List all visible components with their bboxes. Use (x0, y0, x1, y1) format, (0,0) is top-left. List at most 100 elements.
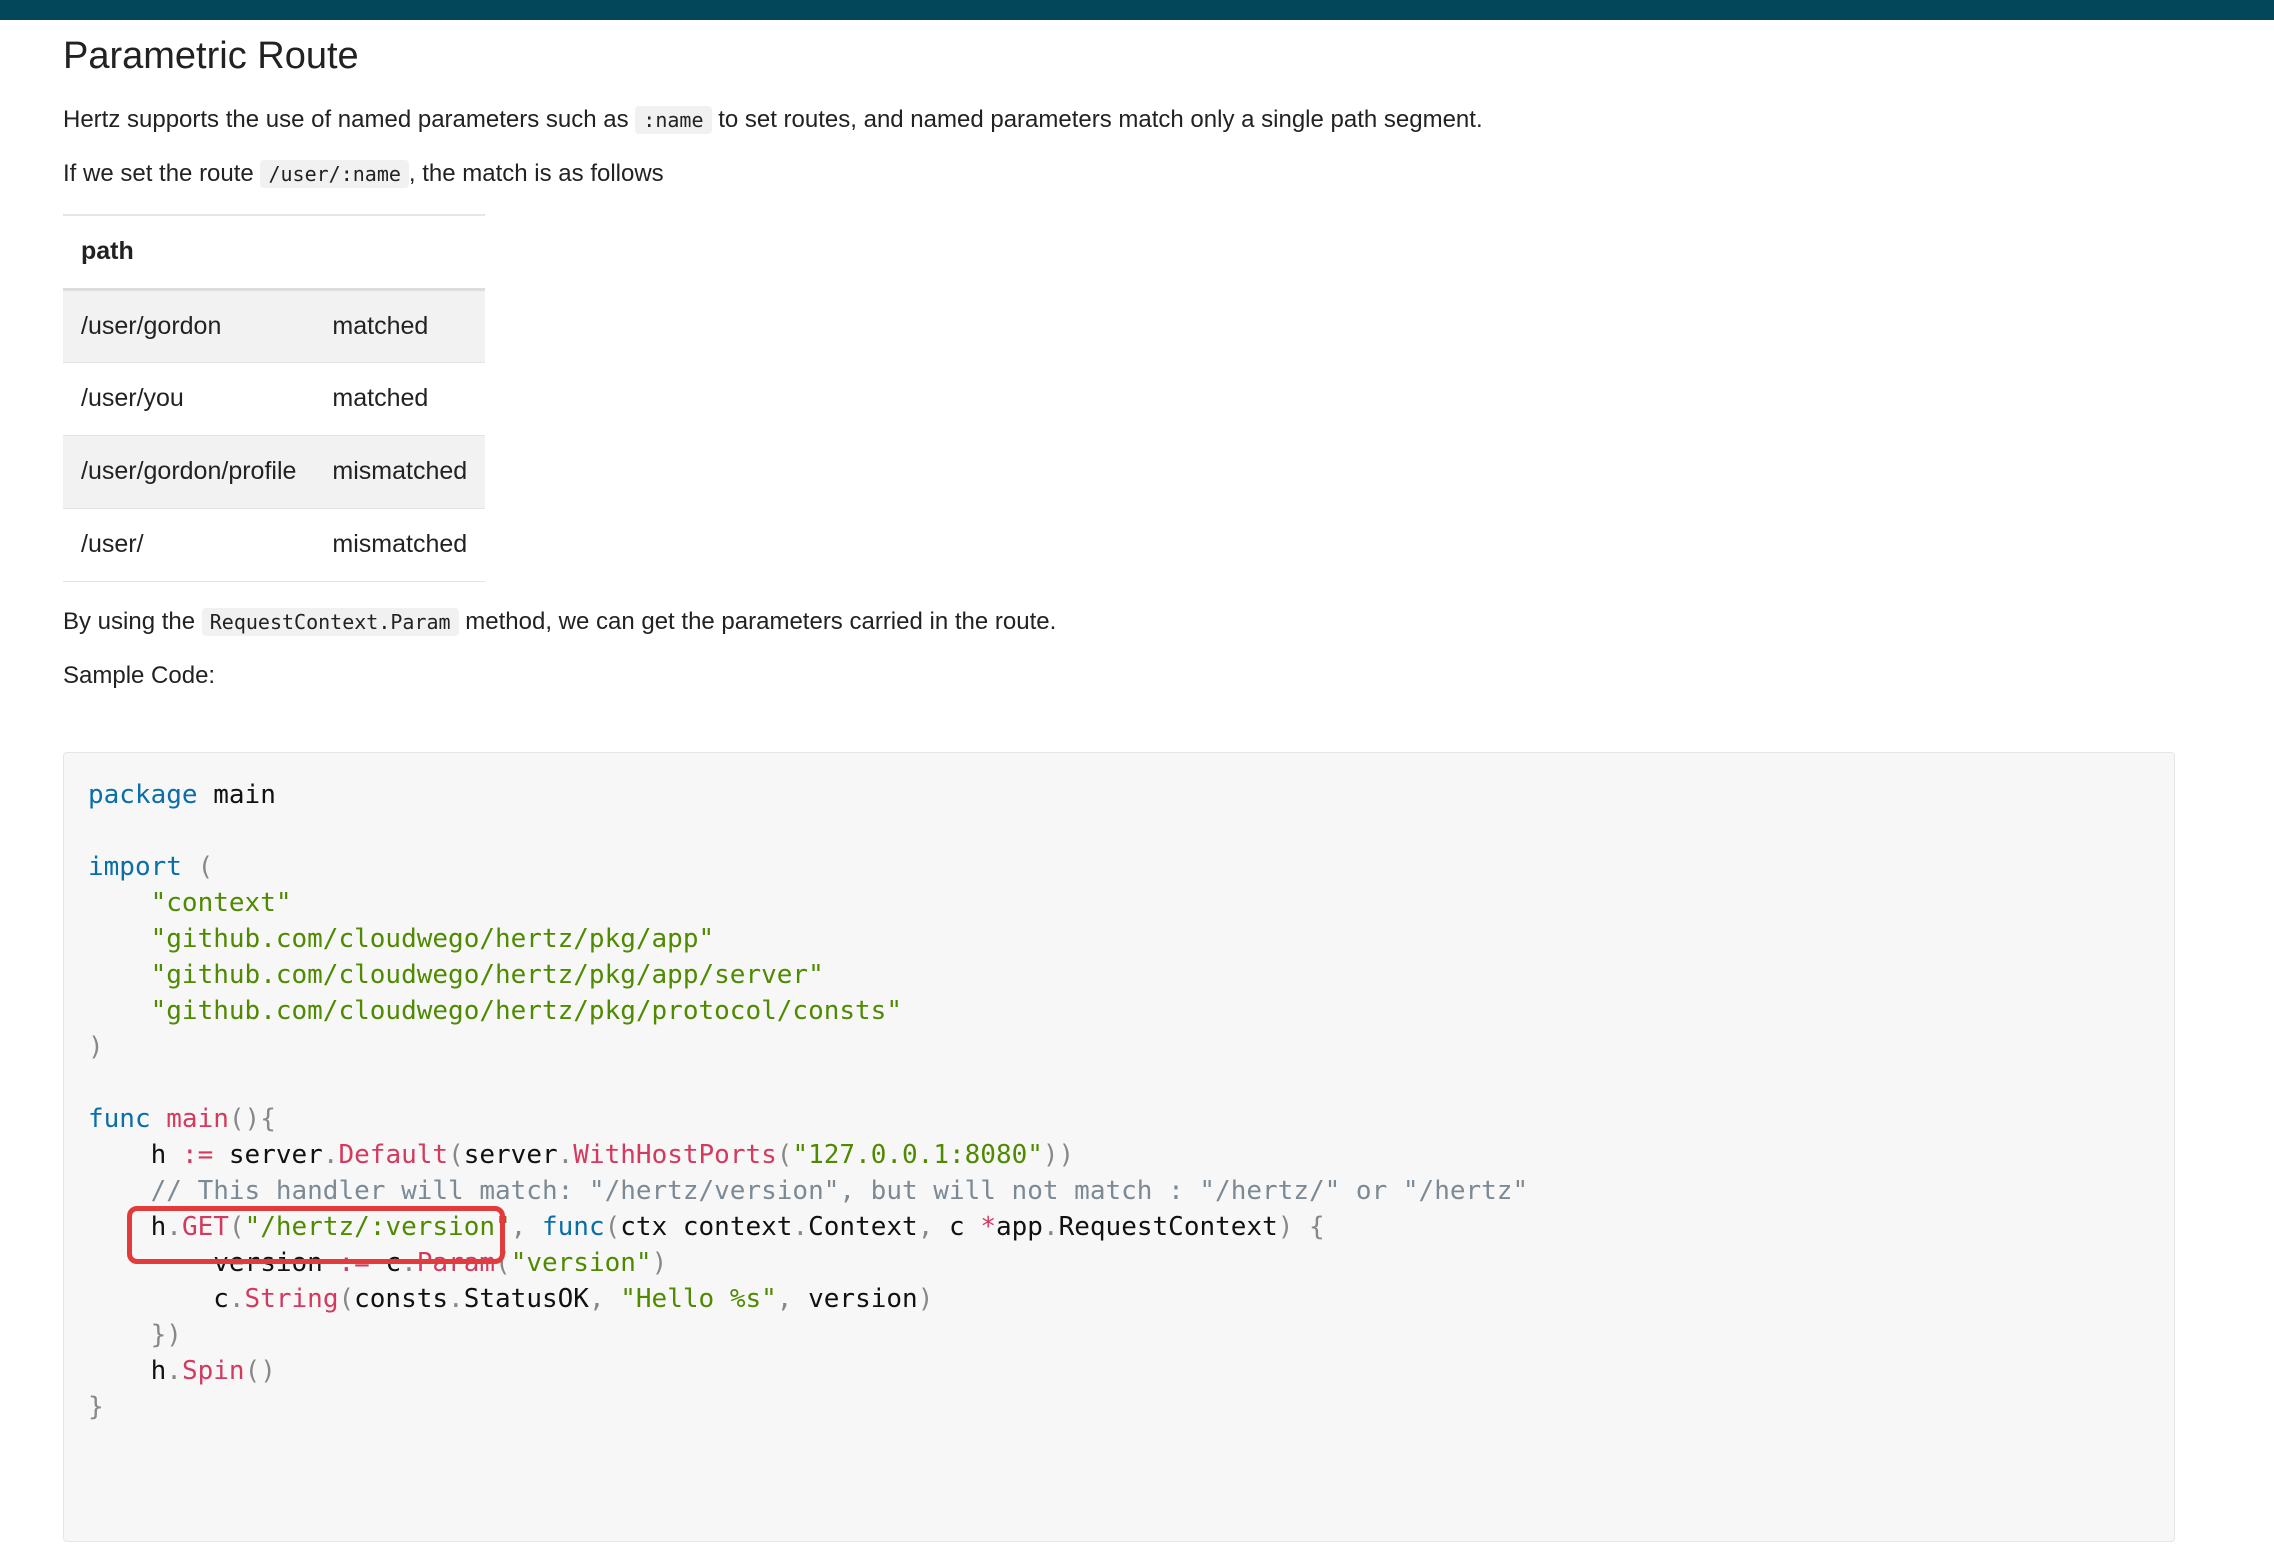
code-ident: h (150, 1356, 167, 1386)
code-keyword: import (88, 852, 182, 882)
table-row: /user/gordon/profile mismatched (63, 435, 486, 509)
code-punct: . (448, 1284, 464, 1314)
table-header-row: path (63, 215, 486, 291)
code-punct: ) (88, 1032, 104, 1062)
code-ident: app (995, 1212, 1043, 1242)
code-punct: () (244, 1356, 276, 1386)
doc-content: Parametric Route Hertz supports the use … (63, 20, 2183, 1542)
code-string: "127.0.0.1:8080" (792, 1140, 1043, 1170)
code-ident: RequestContext (1058, 1212, 1278, 1242)
inline-code-name: :name (635, 106, 712, 134)
row-result: mismatched (314, 435, 486, 509)
code-string: "version" (510, 1248, 652, 1278)
code-operator: := (338, 1248, 370, 1278)
table-header-empty (314, 215, 486, 291)
code-keyword: func (88, 1104, 151, 1134)
intro2-text: If we set the route (63, 160, 254, 187)
code-ident: h (150, 1212, 167, 1242)
code-punct: ( (776, 1140, 793, 1170)
code-line: ) (88, 1029, 2150, 1065)
code-punct: ( (197, 852, 214, 882)
code-function: main (166, 1104, 229, 1134)
code-function: GET (181, 1212, 229, 1242)
after-table-paragraph: By using the RequestContext.Param method… (63, 604, 2183, 640)
code-punct: } (88, 1392, 104, 1422)
intro-text-cont: to set routes, and named parameters matc… (718, 106, 1483, 133)
code-punct: ( (228, 1212, 245, 1242)
table-row: /user/ mismatched (63, 508, 486, 582)
code-function: Default (338, 1140, 449, 1170)
code-function: String (244, 1284, 339, 1314)
code-ident: c (385, 1248, 402, 1278)
code-keyword: package (88, 780, 198, 810)
after-table-text-cont: method, we can get the parameters carrie… (465, 607, 1057, 635)
code-line: "context" (88, 885, 2150, 921)
code-ident: consts (354, 1284, 449, 1314)
code-line: h.Spin() (88, 1353, 2150, 1389)
row-path: /user/you (63, 362, 315, 436)
code-line: c.String(consts.StatusOK, "Hello %s", ve… (88, 1281, 2150, 1317)
code-line: package main (88, 777, 2150, 813)
code-ident: c (949, 1212, 965, 1242)
after-table-text: By using the (63, 607, 196, 635)
code-string: "github.com/cloudwego/hertz/pkg/app" (150, 924, 715, 954)
row-result: matched (314, 289, 486, 363)
table-row: /user/gordon matched (63, 289, 486, 363)
code-punct: . (228, 1284, 245, 1314)
row-result: matched (314, 362, 486, 436)
code-ident: ctx context (620, 1212, 793, 1242)
code-line: h := server.Default(server.WithHostPorts… (88, 1137, 2150, 1173)
row-result: mismatched (314, 508, 486, 582)
code-function: Spin (181, 1356, 245, 1386)
code-punct: ( (448, 1140, 464, 1170)
code-ident: main (213, 780, 276, 810)
code-punct: ) { (1277, 1212, 1325, 1242)
code-string: "github.com/cloudwego/hertz/pkg/protocol… (150, 996, 902, 1026)
code-ident: server (228, 1140, 323, 1170)
code-line: import ( (88, 849, 2150, 885)
code-punct: . (166, 1212, 182, 1242)
table-header-path: path (63, 215, 315, 291)
code-line: "github.com/cloudwego/hertz/pkg/app/serv… (88, 957, 2150, 993)
code-ident: Context (808, 1212, 918, 1242)
code-ident: c (213, 1284, 229, 1314)
code-string: "/hertz/:version" (244, 1212, 511, 1242)
code-function: Param (416, 1248, 496, 1278)
code-operator: * (980, 1212, 996, 1242)
code-line: version := c.Param("version") (88, 1245, 2150, 1281)
code-punct: . (557, 1140, 574, 1170)
code-block[interactable]: package main import ( "context" "github.… (63, 752, 2175, 1542)
code-line: } (88, 1389, 2150, 1425)
inline-code-route: /user/:name (260, 160, 409, 188)
code-punct: , (917, 1212, 934, 1242)
inline-code-param: RequestContext.Param (201, 607, 459, 636)
code-punct: . (322, 1140, 339, 1170)
code-punct: , (510, 1212, 527, 1242)
code-punct: . (166, 1356, 182, 1386)
code-line: h.GET("/hertz/:version", func(ctx contex… (88, 1209, 2150, 1245)
code-punct: . (401, 1248, 417, 1278)
code-string: "context" (150, 888, 292, 918)
code-punct: ( (604, 1212, 621, 1242)
intro-paragraph-1: Hertz supports the use of named paramete… (63, 102, 2183, 138)
code-punct: ) (917, 1284, 934, 1314)
code-line: }) (88, 1317, 2150, 1353)
intro-paragraph-2: If we set the route /user/:name, the mat… (63, 156, 2183, 192)
code-ident: version (213, 1248, 323, 1278)
code-operator: := (181, 1140, 214, 1170)
code-punct: (){ (228, 1104, 276, 1134)
page-title: Parametric Route (63, 35, 359, 77)
intro-text: Hertz supports the use of named paramete… (63, 106, 629, 133)
code-ident: server (463, 1140, 558, 1170)
code-ident: StatusOK (463, 1284, 589, 1314)
sample-code-label: Sample Code: (63, 661, 216, 689)
code-punct: , (588, 1284, 605, 1314)
table-row: /user/you matched (63, 362, 486, 436)
code-punct: ) (651, 1248, 668, 1278)
code-ident: version (808, 1284, 918, 1314)
code-keyword: func (541, 1212, 605, 1242)
code-line: // This handler will match: "/hertz/vers… (88, 1173, 2150, 1209)
intro2-text-cont: , the match is as follows (408, 160, 664, 187)
code-punct: . (792, 1212, 809, 1242)
